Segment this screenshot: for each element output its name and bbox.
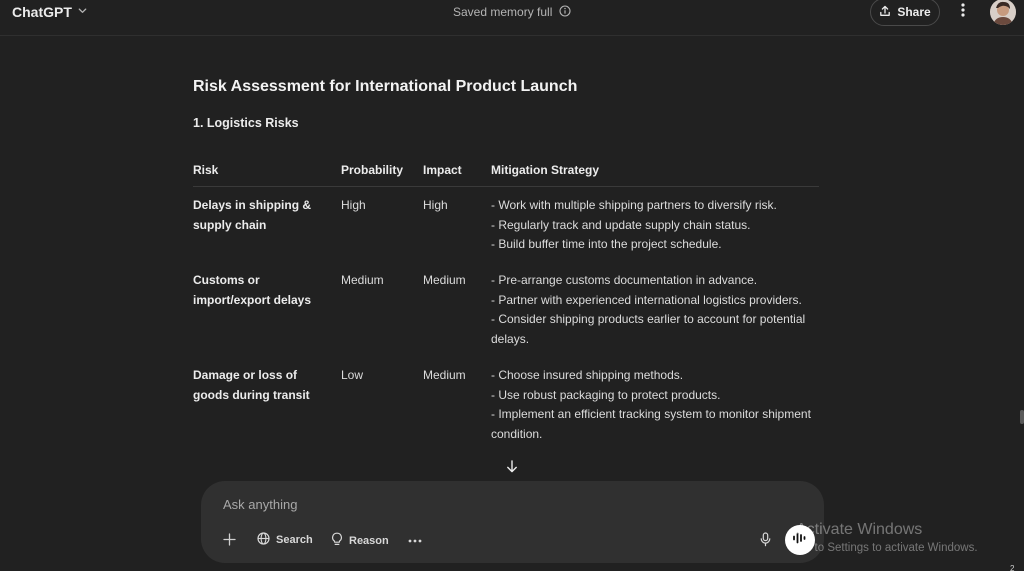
top-bar: ChatGPT Saved memory full Share (0, 0, 1024, 36)
arrow-down-icon (506, 460, 518, 478)
reason-label: Reason (349, 534, 389, 547)
reason-button[interactable]: Reason (331, 532, 389, 549)
chevron-down-icon (77, 3, 88, 21)
mitigation-item: - Consider shipping products earlier to … (491, 312, 806, 346)
lightbulb-icon (331, 532, 343, 549)
column-header-mitigation: Mitigation Strategy (491, 163, 600, 177)
model-name: ChatGPT (12, 4, 72, 20)
column-header-risk: Risk (193, 163, 219, 177)
mitigation-item: - Implement an efficient tracking system… (491, 407, 811, 441)
memory-status-text: Saved memory full (453, 5, 553, 19)
mitigation-item: - Work with multiple shipping partners t… (491, 198, 777, 212)
section-title: 1. Logistics Risks (193, 116, 299, 130)
voice-mode-icon (792, 531, 808, 550)
scrollbar-thumb[interactable] (1020, 410, 1024, 424)
table-header-divider (193, 186, 819, 187)
mitigation-item: - Partner with experienced international… (491, 292, 802, 307)
mitigation-cell: - Choose insured shipping methods. - Use… (491, 366, 811, 444)
probability-cell: High (341, 198, 366, 212)
prompt-input[interactable] (221, 493, 785, 515)
page-title: Risk Assessment for International Produc… (193, 78, 578, 95)
probability-cell: Medium (341, 273, 384, 287)
voice-mode-button[interactable] (785, 525, 815, 555)
probability-cell: Low (341, 368, 364, 382)
more-horizontal-icon (408, 534, 422, 546)
column-header-probability: Probability (341, 163, 404, 177)
risk-cell: Delays in shipping & supply chain (193, 198, 312, 232)
globe-icon (257, 532, 270, 548)
more-vertical-icon (961, 2, 965, 22)
search-button[interactable]: Search (257, 532, 313, 548)
plus-icon (222, 533, 236, 549)
column-header-impact: Impact (423, 163, 462, 177)
mitigation-item: - Use robust packaging to protect produc… (491, 387, 721, 402)
memory-status[interactable]: Saved memory full (453, 4, 571, 20)
mitigation-item: - Regularly track and update supply chai… (491, 217, 751, 232)
impact-cell: Medium (423, 273, 466, 287)
user-avatar[interactable] (990, 0, 1016, 25)
message-composer: Search Reason (201, 481, 824, 563)
impact-cell: Medium (423, 368, 466, 382)
more-tools-button[interactable] (407, 532, 423, 548)
search-label: Search (276, 534, 313, 546)
chatgpt-window: ChatGPT Saved memory full Share Risk Ass… (0, 0, 1024, 571)
attach-button[interactable] (221, 533, 237, 549)
model-selector[interactable]: ChatGPT (8, 1, 92, 23)
share-label: Share (897, 5, 931, 19)
risk-cell: Customs or import/export delays (193, 273, 312, 307)
dictate-button[interactable] (757, 532, 773, 550)
risk-cell: Damage or loss of goods during transit (193, 368, 310, 402)
upload-icon (879, 5, 891, 20)
mitigation-item: - Pre-arrange customs documentation in a… (491, 273, 758, 287)
mitigation-item: - Choose insured shipping methods. (491, 368, 684, 382)
info-icon[interactable] (559, 4, 571, 20)
scroll-to-bottom-button[interactable] (502, 460, 522, 478)
mitigation-cell: - Pre-arrange customs documentation in a… (491, 271, 811, 349)
microphone-icon (760, 532, 771, 550)
corner-mark: 2 (1010, 564, 1015, 571)
share-button[interactable]: Share (870, 0, 940, 26)
more-options-button[interactable] (952, 1, 974, 23)
impact-cell: High (423, 198, 448, 212)
mitigation-item: - Build buffer time into the project sch… (491, 237, 722, 252)
mitigation-cell: - Work with multiple shipping partners t… (491, 196, 811, 255)
